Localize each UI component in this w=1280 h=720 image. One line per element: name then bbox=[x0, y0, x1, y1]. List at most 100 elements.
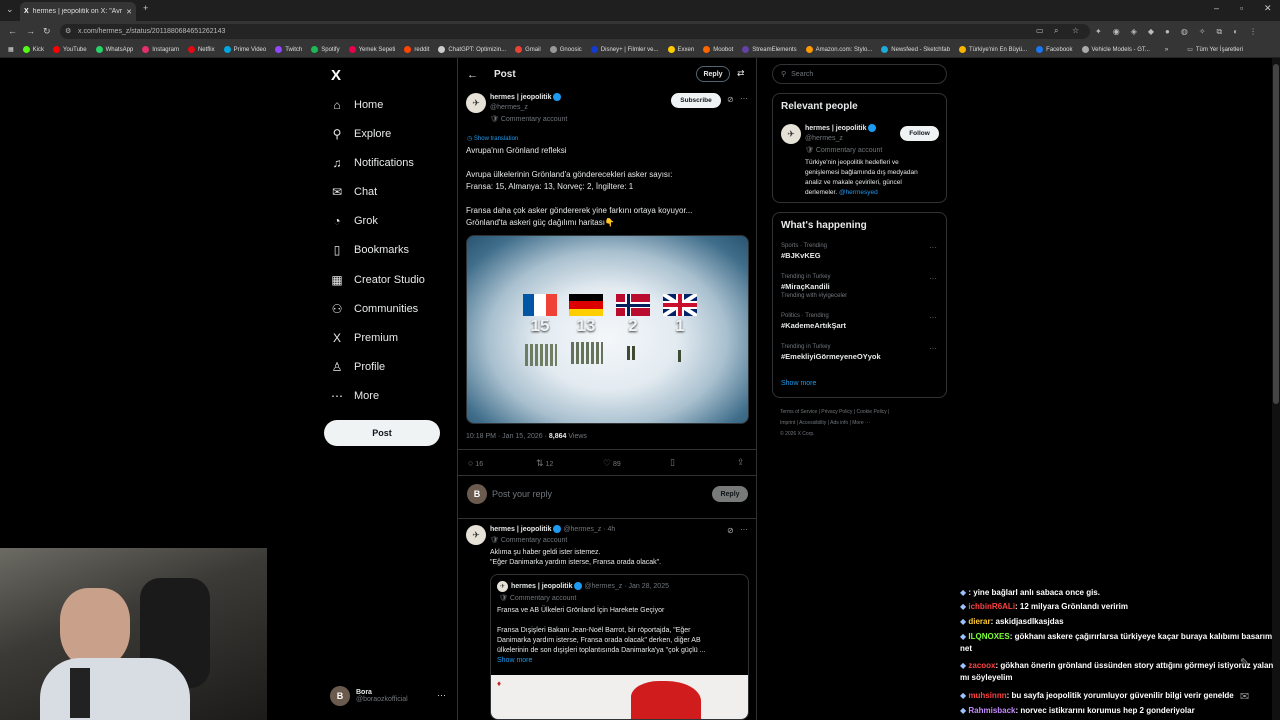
trend-more-icon[interactable]: ··· bbox=[929, 344, 937, 353]
grok-icon[interactable]: ⊘ bbox=[727, 526, 734, 535]
show-translation-link[interactable]: ◷ Show translation bbox=[467, 135, 518, 142]
more-options-icon[interactable]: ··· bbox=[740, 525, 748, 534]
subscribe-button[interactable]: Subscribe bbox=[671, 93, 721, 108]
forward-icon[interactable]: → bbox=[26, 27, 35, 36]
bookmark-item[interactable]: reddit bbox=[404, 46, 429, 53]
bookmark-item[interactable]: Prime Video bbox=[223, 46, 266, 53]
rp-name[interactable]: hermes | jeopolitik bbox=[805, 124, 877, 132]
nav-item-creator-studio[interactable]: ▦ Creator Studio bbox=[330, 273, 425, 287]
edit-icon[interactable]: ✎ bbox=[1240, 656, 1249, 669]
bookmark-item[interactable]: Moobot bbox=[703, 46, 733, 53]
star-icon[interactable]: ☆ bbox=[1072, 26, 1079, 35]
tab-list-icon[interactable]: ⌄ bbox=[6, 5, 14, 14]
like-action[interactable]: ♡ 89 bbox=[603, 458, 621, 469]
trend-item[interactable]: Trending in Turkey #MiraçKandili Trending … bbox=[781, 274, 941, 299]
cast-icon[interactable]: ▭ bbox=[1036, 26, 1044, 35]
rp-avatar[interactable]: ✈ bbox=[781, 124, 801, 144]
nav-item-more[interactable]: ⋯ More bbox=[330, 389, 379, 403]
menu-icon[interactable]: ⋮ bbox=[1249, 27, 1257, 37]
bookmark-item[interactable]: ChatGPT: Optimizin... bbox=[438, 46, 506, 53]
author-name[interactable]: hermes | jeopolitik bbox=[490, 93, 562, 101]
close-window-icon[interactable]: ✕ bbox=[1264, 4, 1272, 13]
repost-action[interactable]: ⇅ 12 bbox=[536, 458, 553, 469]
quoted-tweet[interactable]: ✈ hermes | jeopolitik @hermes_z · Jan 28… bbox=[490, 574, 749, 720]
bookmark-item[interactable]: Kick bbox=[22, 46, 44, 53]
extension-icon[interactable]: ◍ bbox=[1181, 27, 1188, 37]
search-input[interactable]: ⚲ Search bbox=[772, 64, 947, 84]
extension-icon[interactable]: ✦ bbox=[1095, 27, 1102, 37]
bookmark-item[interactable]: Spotify bbox=[311, 46, 340, 53]
bookmark-item[interactable]: Instagram bbox=[142, 46, 179, 53]
share-icon[interactable]: ⇪ bbox=[737, 457, 745, 468]
bookmark-item[interactable]: Gmail bbox=[515, 46, 541, 53]
reply-author[interactable]: hermes | jeopolitik @hermes_z · 4h bbox=[490, 525, 615, 533]
bookmark-item[interactable]: Gnoosic bbox=[549, 46, 582, 53]
extension-icon[interactable]: ✧ bbox=[1199, 27, 1206, 37]
apps-icon[interactable]: ▦ bbox=[8, 46, 14, 53]
nav-item-home[interactable]: ⌂ Home bbox=[330, 98, 383, 112]
trend-more-icon[interactable]: ··· bbox=[929, 274, 937, 283]
translate-icon[interactable]: ⌕ bbox=[1054, 26, 1058, 36]
bookmark-item[interactable]: StreamElements bbox=[742, 46, 797, 53]
nav-item-premium[interactable]: X Premium bbox=[330, 331, 398, 345]
bookmarks-overflow-icon[interactable]: » bbox=[1165, 47, 1168, 53]
trend-item[interactable]: Trending in Turkey #EmekliyiGörmeyeneOYyo… bbox=[781, 344, 941, 361]
author-avatar[interactable]: ✈ bbox=[466, 93, 486, 113]
all-bookmarks[interactable]: ▭ Tüm Yer İşaretleri bbox=[1187, 46, 1243, 54]
bio-link[interactable]: @hermesyed bbox=[839, 189, 878, 196]
bookmark-item[interactable]: Türkiye'nin En Büyü... bbox=[958, 46, 1027, 53]
settings-icon[interactable]: ⇄ bbox=[737, 68, 745, 79]
nav-item-communities[interactable]: ⚇ Communities bbox=[330, 302, 419, 316]
bookmark-item[interactable]: YouTube bbox=[53, 46, 87, 53]
profile-icon[interactable]: ◐ bbox=[1233, 27, 1238, 37]
trend-item[interactable]: Sports · Trending #BJKvKEG ··· bbox=[781, 243, 941, 260]
compose-icon[interactable]: ✉ bbox=[1240, 690, 1249, 703]
header-reply-button[interactable]: Reply bbox=[696, 66, 730, 82]
bookmark-item[interactable]: Facebook bbox=[1036, 46, 1073, 53]
trend-more-icon[interactable]: ··· bbox=[929, 243, 937, 252]
bookmark-item[interactable]: Yemek Sepeti bbox=[348, 46, 395, 53]
trends-show-more[interactable]: Show more bbox=[781, 380, 816, 387]
tweet-image[interactable]: 15 13 2 1 bbox=[466, 235, 749, 424]
nav-item-grok[interactable]: ◔ Grok bbox=[330, 214, 377, 228]
bookmark-item[interactable]: Newsfeed - Sketchfab bbox=[881, 46, 950, 53]
back-icon[interactable]: ← bbox=[8, 27, 17, 36]
minimize-icon[interactable]: – bbox=[1214, 4, 1219, 13]
account-switcher[interactable]: B Bora @boraozkofficial bbox=[330, 686, 408, 706]
bookmark-item[interactable]: Amazon.com: Stylo... bbox=[805, 46, 872, 53]
new-tab-icon[interactable]: + bbox=[143, 4, 148, 13]
maximize-icon[interactable]: ▫ bbox=[1240, 4, 1243, 13]
extension-icon[interactable]: ◈ bbox=[1131, 27, 1137, 37]
post-button[interactable]: Post bbox=[324, 420, 440, 446]
x-logo-icon[interactable]: X bbox=[331, 67, 341, 84]
reload-icon[interactable]: ↻ bbox=[43, 27, 51, 36]
puzzle-icon[interactable]: ⧉ bbox=[1217, 27, 1223, 37]
bookmark-item[interactable]: WhatsApp bbox=[95, 46, 133, 53]
trend-more-icon[interactable]: ··· bbox=[929, 313, 937, 322]
reply-input[interactable]: Post your reply bbox=[492, 489, 552, 499]
address-bar[interactable]: ⚙ x.com/hermes_z/status/2011880684651262… bbox=[60, 24, 1090, 39]
extension-icon[interactable]: ● bbox=[1165, 27, 1170, 37]
site-info-icon[interactable]: ⚙ bbox=[65, 27, 71, 35]
account-more-icon[interactable]: ··· bbox=[437, 690, 446, 700]
reply-author-avatar[interactable]: ✈ bbox=[466, 525, 486, 545]
nav-item-bookmarks[interactable]: ▯ Bookmarks bbox=[330, 243, 409, 257]
footer-line[interactable]: Imprint | Accessibility | Ads info | Mor… bbox=[780, 418, 889, 429]
back-arrow-icon[interactable]: ← bbox=[467, 69, 478, 81]
bookmark-item[interactable]: Exxen bbox=[667, 46, 694, 53]
reply-action[interactable]: ○ 16 bbox=[468, 458, 483, 468]
grok-icon[interactable]: ⊘ bbox=[727, 95, 734, 104]
quote-show-more[interactable]: Show more bbox=[497, 657, 532, 664]
nav-item-explore[interactable]: ⚲ Explore bbox=[330, 127, 392, 141]
nav-item-profile[interactable]: ♙ Profile bbox=[330, 360, 386, 374]
trend-item[interactable]: Politics · Trending #KademeArtıkŞart ··· bbox=[781, 313, 941, 330]
browser-tab[interactable]: X hermes | jeopolitik on X: "Avrupa... ✕ bbox=[20, 2, 136, 21]
footer-line[interactable]: Terms of Service | Privacy Policy | Cook… bbox=[780, 407, 889, 418]
nav-item-chat[interactable]: ✉ Chat bbox=[330, 185, 377, 199]
nav-item-notifications[interactable]: ♫ Notifications bbox=[330, 156, 414, 170]
bookmark-item[interactable]: Netflix bbox=[187, 46, 215, 53]
more-options-icon[interactable]: ··· bbox=[740, 94, 748, 103]
scrollbar-thumb[interactable] bbox=[1273, 64, 1279, 404]
bookmark-action-icon[interactable]: ▯ bbox=[670, 457, 675, 468]
bookmark-item[interactable]: Vehicle Models - GT... bbox=[1081, 46, 1150, 53]
